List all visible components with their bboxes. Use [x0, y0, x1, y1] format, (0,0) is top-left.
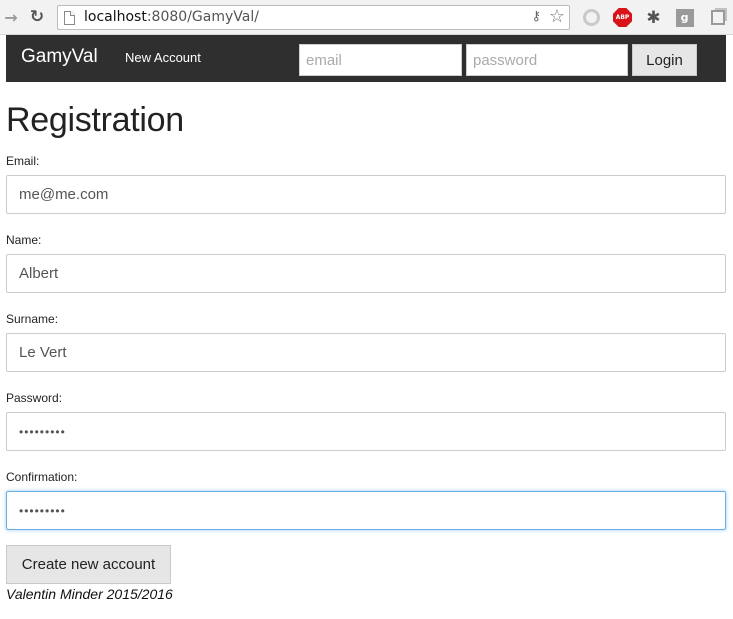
password-field[interactable]: ••••••••• [6, 412, 726, 451]
email-field[interactable]: me@me.com [6, 175, 726, 214]
browser-toolbar: → ↻ localhost:8080/GamyVal/ ⚷ ☆ ABP ✱ g [0, 0, 733, 35]
app-navbar: GamyVal New Account email password Login [6, 35, 726, 82]
surname-field[interactable]: Le Vert [6, 333, 726, 372]
google-extension-label: g [675, 8, 694, 27]
name-label: Name: [6, 233, 42, 247]
name-field[interactable]: Albert [6, 254, 726, 293]
url-path: :8080/GamyVal/ [146, 9, 259, 25]
adblock-icon[interactable]: ABP [613, 8, 632, 27]
address-bar[interactable]: localhost:8080/GamyVal/ ⚷ ☆ [57, 5, 570, 30]
bookmark-star-icon[interactable]: ☆ [549, 7, 565, 27]
password-label: Password: [6, 391, 63, 405]
back-arrow-icon[interactable]: → [0, 6, 22, 28]
navbar-email-input[interactable]: email [299, 44, 462, 76]
surname-label: Surname: [6, 312, 59, 326]
page-icon [64, 11, 75, 25]
confirmation-label: Confirmation: [6, 470, 78, 484]
url-host: localhost [84, 9, 147, 25]
adblock-label: ABP [613, 8, 632, 27]
email-label: Email: [6, 154, 40, 168]
key-icon[interactable]: ⚷ [531, 9, 541, 24]
navbar-password-input[interactable]: password [466, 44, 628, 76]
circle-extension-icon[interactable] [582, 8, 601, 27]
create-account-button[interactable]: Create new account [6, 545, 171, 584]
confirmation-field[interactable]: ••••••••• [6, 491, 726, 530]
footer-credit: Valentin Minder 2015/2016 [6, 586, 173, 602]
new-account-link[interactable]: New Account [125, 50, 201, 65]
login-button[interactable]: Login [632, 44, 697, 76]
windows-menu-icon[interactable] [708, 8, 727, 27]
reload-icon[interactable]: ↻ [26, 6, 48, 28]
google-extension-icon[interactable]: g [675, 8, 694, 27]
brand-link[interactable]: GamyVal [21, 46, 98, 68]
puzzle-extension-icon[interactable]: ✱ [644, 8, 663, 28]
page-title: Registration [6, 101, 184, 139]
address-text: localhost:8080/GamyVal/ [84, 9, 259, 25]
